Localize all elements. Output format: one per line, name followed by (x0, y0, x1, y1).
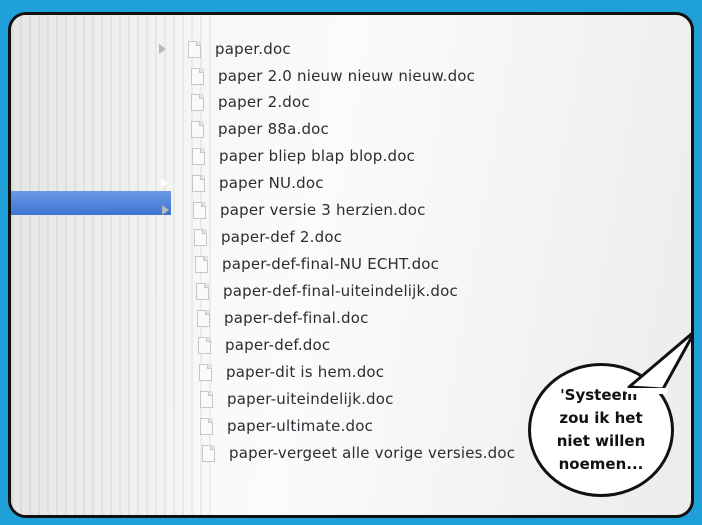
file-row[interactable]: paper NU.doc (192, 170, 324, 196)
document-icon (192, 147, 205, 165)
file-name: paper 2.doc (218, 93, 310, 111)
file-row[interactable]: paper 88a.doc (191, 116, 329, 142)
file-name: paper NU.doc (219, 174, 324, 192)
file-row[interactable]: paper-def-final-uiteindelijk.doc (196, 278, 458, 304)
disclosure-triangle-icon[interactable] (162, 205, 169, 215)
file-row[interactable]: paper 2.0 nieuw nieuw nieuw.doc (191, 63, 475, 89)
document-icon (191, 93, 204, 111)
document-icon (192, 174, 205, 192)
file-name: paper-def-final-NU ECHT.doc (222, 255, 440, 273)
file-name: paper-def 2.doc (221, 228, 343, 246)
document-icon (193, 201, 206, 219)
file-row[interactable]: paper-def.doc (198, 332, 330, 358)
file-name: paper-uiteindelijk.doc (227, 390, 394, 408)
speech-bubble-line: zou ik het (559, 409, 643, 427)
file-row[interactable]: paper-def 2.doc (194, 224, 342, 250)
file-row[interactable]: paper-uiteindelijk.doc (200, 386, 394, 412)
file-row[interactable]: paper-ultimate.doc (200, 413, 373, 439)
file-name: paper.doc (215, 40, 291, 58)
file-row[interactable]: paper-vergeet alle vorige versies.doc (202, 440, 515, 466)
document-icon (200, 417, 213, 435)
document-icon (197, 309, 210, 327)
screenshot-frame: paper.doc paper 2.0 nieuw nieuw nieuw.doc… (8, 12, 694, 518)
file-row[interactable]: paper.doc (188, 36, 291, 62)
selection-highlight (11, 191, 171, 215)
document-icon (191, 67, 204, 85)
speech-bubble-line: noemen... (558, 455, 644, 473)
file-row[interactable]: paper-dit is hem.doc (199, 359, 384, 385)
document-icon (202, 444, 215, 462)
document-icon (195, 255, 208, 273)
file-row[interactable]: paper versie 3 herzien.doc (193, 197, 426, 223)
disclosure-triangle-icon[interactable] (161, 178, 168, 188)
document-icon (199, 363, 212, 381)
file-name: paper-dit is hem.doc (226, 363, 385, 381)
file-row[interactable]: paper-def-final-NU ECHT.doc (195, 251, 439, 277)
finder-column-divider-area (11, 15, 211, 515)
file-row[interactable]: paper bliep blap blop.doc (192, 143, 415, 169)
file-row[interactable]: paper 2.doc (191, 89, 310, 115)
disclosure-triangle-icon[interactable] (159, 44, 166, 54)
file-name: paper versie 3 herzien.doc (220, 201, 426, 219)
file-row[interactable]: paper-def-final.doc (197, 305, 369, 331)
file-name: paper-def.doc (225, 336, 331, 354)
file-name: paper-vergeet alle vorige versies.doc (229, 444, 516, 462)
document-icon (198, 336, 211, 354)
speech-bubble-tail (627, 332, 691, 394)
file-name: paper 2.0 nieuw nieuw nieuw.doc (218, 67, 476, 85)
file-name: paper bliep blap blop.doc (219, 147, 416, 165)
speech-bubble-line: niet willen (556, 432, 646, 450)
document-icon (200, 390, 213, 408)
file-name: paper-def-final.doc (224, 309, 369, 327)
file-name: paper-def-final-uiteindelijk.doc (223, 282, 458, 300)
file-name: paper-ultimate.doc (227, 417, 374, 435)
file-name: paper 88a.doc (218, 120, 329, 138)
document-icon (191, 120, 204, 138)
document-icon (196, 282, 209, 300)
document-icon (194, 228, 207, 246)
document-icon (188, 40, 201, 58)
